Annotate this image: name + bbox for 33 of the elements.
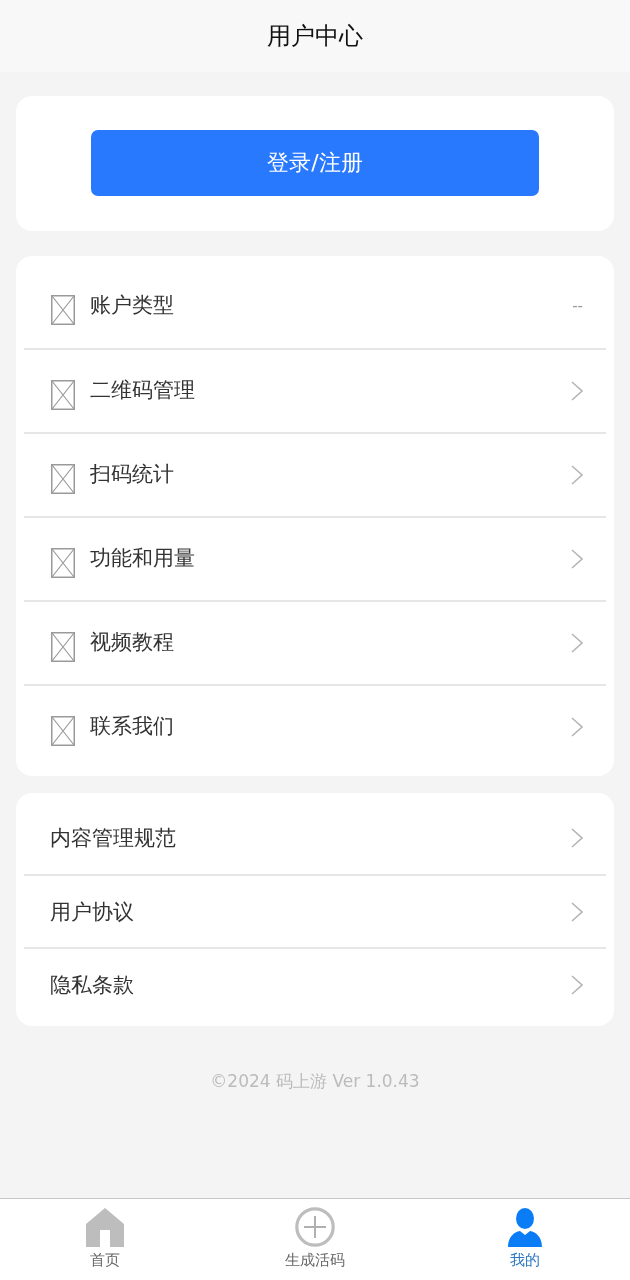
chevron-right-icon [571, 465, 583, 485]
value-text: -- [572, 297, 583, 315]
menu-item[interactable]: 隐私条款 [24, 947, 606, 1020]
tab[interactable]: 我的 [420, 1199, 630, 1280]
crossed-box-icon [51, 548, 75, 578]
login-button[interactable]: 登录/注册 [91, 130, 539, 196]
crossed-box-icon [51, 295, 75, 325]
crossed-box-icon [51, 632, 75, 662]
tab[interactable]: 生成活码 [210, 1199, 420, 1280]
person-icon [505, 1207, 545, 1247]
crossed-box-icon [51, 380, 75, 410]
menu-item[interactable]: 账户类型 -- [24, 264, 606, 348]
menu-item[interactable]: 用户协议 [24, 874, 606, 947]
menu-item[interactable]: 功能和用量 [24, 516, 606, 600]
home-icon [85, 1207, 125, 1247]
chevron-right-icon [571, 633, 583, 653]
page-title: 用户中心 [267, 21, 363, 52]
menu-item[interactable]: 内容管理规范 [24, 801, 606, 874]
chevron-right-icon [571, 974, 583, 995]
chevron-right-icon [571, 549, 583, 569]
menu-item[interactable]: 扫码统计 [24, 432, 606, 516]
menu-item[interactable]: 二维码管理 [24, 348, 606, 432]
menu-item[interactable]: 联系我们 [24, 684, 606, 768]
copyright-text: ©2024 码上游 Ver 1.0.43 [210, 1070, 420, 1093]
chevron-right-icon [571, 381, 583, 401]
crossed-box-icon [51, 716, 75, 746]
menu-item[interactable]: 视频教程 [24, 600, 606, 684]
tab[interactable]: 首页 [0, 1199, 210, 1280]
chevron-right-icon [571, 827, 583, 848]
plus-circle-icon [295, 1207, 335, 1247]
chevron-right-icon [571, 717, 583, 737]
chevron-right-icon [571, 901, 583, 922]
crossed-box-icon [51, 464, 75, 494]
